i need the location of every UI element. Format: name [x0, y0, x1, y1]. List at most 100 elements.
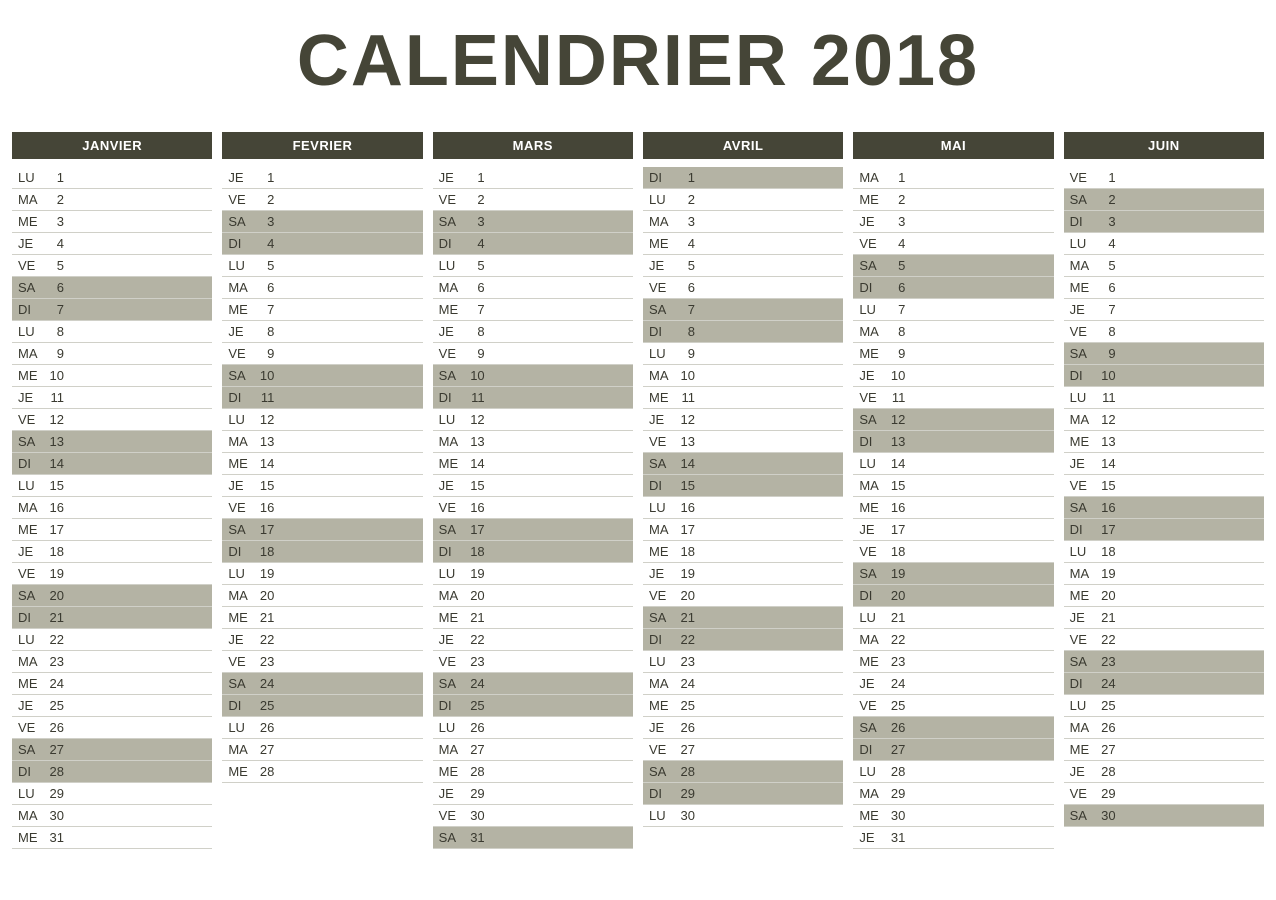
- day-number: 7: [885, 302, 905, 317]
- day-number: 10: [675, 368, 695, 383]
- day-number: 25: [675, 698, 695, 713]
- day-row: JE24: [853, 673, 1053, 695]
- day-row: ME27: [1064, 739, 1264, 761]
- day-row: VE2: [222, 189, 422, 211]
- day-number: 28: [254, 764, 274, 779]
- day-row: VE4: [853, 233, 1053, 255]
- day-number: 8: [885, 324, 905, 339]
- day-of-week: SA: [439, 676, 465, 691]
- day-of-week: SA: [439, 368, 465, 383]
- day-row: VE13: [643, 431, 843, 453]
- day-row: DI7: [12, 299, 212, 321]
- day-of-week: LU: [1070, 236, 1096, 251]
- day-of-week: SA: [228, 676, 254, 691]
- day-number: 11: [44, 390, 64, 405]
- day-number: 17: [1096, 522, 1116, 537]
- day-of-week: ME: [649, 698, 675, 713]
- day-number: 27: [885, 742, 905, 757]
- day-row: VE29: [1064, 783, 1264, 805]
- day-of-week: SA: [18, 434, 44, 449]
- day-row: MA5: [1064, 255, 1264, 277]
- day-number: 4: [44, 236, 64, 251]
- day-row: VE23: [222, 651, 422, 673]
- day-of-week: LU: [18, 786, 44, 801]
- day-number: 5: [254, 258, 274, 273]
- day-of-week: DI: [649, 478, 675, 493]
- day-number: 1: [885, 170, 905, 185]
- day-of-week: SA: [18, 588, 44, 603]
- day-of-week: VE: [228, 500, 254, 515]
- day-of-week: LU: [1070, 698, 1096, 713]
- day-of-week: DI: [439, 698, 465, 713]
- day-row: JE8: [222, 321, 422, 343]
- day-of-week: LU: [228, 720, 254, 735]
- day-row: LU12: [433, 409, 633, 431]
- day-of-week: ME: [439, 764, 465, 779]
- day-number: 28: [885, 764, 905, 779]
- day-row: DI25: [433, 695, 633, 717]
- day-row: LU4: [1064, 233, 1264, 255]
- day-row: LU21: [853, 607, 1053, 629]
- day-number: 6: [254, 280, 274, 295]
- day-row: LU25: [1064, 695, 1264, 717]
- day-number: 28: [1096, 764, 1116, 779]
- day-of-week: ME: [18, 830, 44, 845]
- day-of-week: DI: [439, 236, 465, 251]
- day-of-week: SA: [1070, 346, 1096, 361]
- day-row: SA19: [853, 563, 1053, 585]
- day-of-week: MA: [649, 676, 675, 691]
- day-of-week: LU: [439, 720, 465, 735]
- day-number: 21: [1096, 610, 1116, 625]
- day-row: MA10: [643, 365, 843, 387]
- day-row: ME16: [853, 497, 1053, 519]
- day-of-week: MA: [18, 808, 44, 823]
- day-number: 6: [675, 280, 695, 295]
- day-number: 18: [1096, 544, 1116, 559]
- day-of-week: DI: [859, 588, 885, 603]
- day-row: JE12: [643, 409, 843, 431]
- day-row: SA21: [643, 607, 843, 629]
- day-number: 25: [465, 698, 485, 713]
- day-number: 1: [254, 170, 274, 185]
- day-number: 2: [885, 192, 905, 207]
- day-row: DI18: [222, 541, 422, 563]
- day-number: 26: [885, 720, 905, 735]
- day-of-week: MA: [18, 346, 44, 361]
- day-of-week: SA: [18, 742, 44, 757]
- day-number: 4: [465, 236, 485, 251]
- day-of-week: ME: [228, 456, 254, 471]
- day-row: VE26: [12, 717, 212, 739]
- day-row: DI22: [643, 629, 843, 651]
- day-number: 27: [1096, 742, 1116, 757]
- day-number: 9: [885, 346, 905, 361]
- day-row: MA22: [853, 629, 1053, 651]
- day-number: 6: [465, 280, 485, 295]
- day-of-week: VE: [649, 434, 675, 449]
- day-of-week: SA: [1070, 192, 1096, 207]
- day-row: JE8: [433, 321, 633, 343]
- day-row: SA10: [222, 365, 422, 387]
- day-number: 20: [885, 588, 905, 603]
- day-of-week: VE: [18, 566, 44, 581]
- day-of-week: JE: [18, 390, 44, 405]
- day-row: DI13: [853, 431, 1053, 453]
- day-number: 29: [675, 786, 695, 801]
- day-number: 2: [675, 192, 695, 207]
- day-row: LU30: [643, 805, 843, 827]
- day-row: VE16: [433, 497, 633, 519]
- day-row: JE31: [853, 827, 1053, 849]
- day-of-week: LU: [1070, 544, 1096, 559]
- day-number: 24: [885, 676, 905, 691]
- day-row: MA26: [1064, 717, 1264, 739]
- day-of-week: SA: [228, 368, 254, 383]
- day-number: 31: [44, 830, 64, 845]
- day-of-week: ME: [859, 192, 885, 207]
- day-row: SA28: [643, 761, 843, 783]
- day-row: DI25: [222, 695, 422, 717]
- day-row: ME13: [1064, 431, 1264, 453]
- day-number: 3: [1096, 214, 1116, 229]
- day-number: 30: [885, 808, 905, 823]
- day-row: SA3: [433, 211, 633, 233]
- day-number: 7: [465, 302, 485, 317]
- day-of-week: SA: [439, 522, 465, 537]
